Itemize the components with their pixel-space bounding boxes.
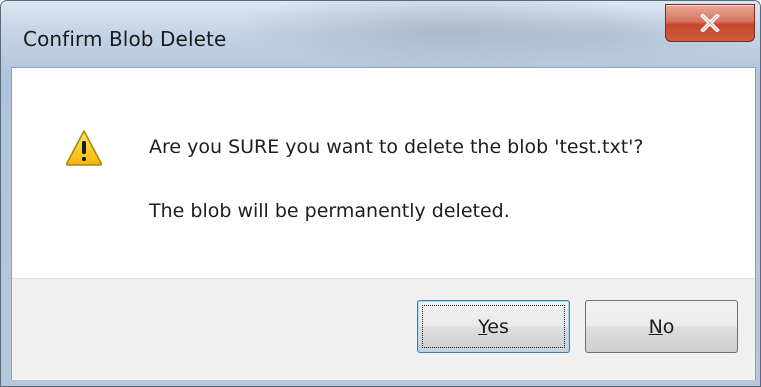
confirm-detail-text: The blob will be permanently deleted. (149, 200, 510, 222)
no-mnemonic: N (648, 315, 663, 338)
dialog-client-area: Are you SURE you want to delete the blob… (11, 67, 756, 380)
warning-icon (65, 130, 103, 166)
confirm-question-text: Are you SURE you want to delete the blob… (149, 136, 644, 158)
window-title: Confirm Blob Delete (23, 27, 227, 51)
no-button-label: No (649, 316, 675, 338)
close-button[interactable] (665, 4, 755, 42)
no-label-rest: o (662, 315, 675, 338)
yes-button[interactable]: Yes (417, 300, 570, 353)
title-bar[interactable]: Confirm Blob Delete (1, 1, 760, 65)
no-button[interactable]: No (585, 300, 738, 353)
close-icon (700, 14, 720, 32)
focus-rectangle (422, 305, 565, 348)
dialog-window: Confirm Blob Delete Are you SURE you wan… (0, 0, 761, 387)
message-area: Are you SURE you want to delete the blob… (12, 68, 755, 278)
